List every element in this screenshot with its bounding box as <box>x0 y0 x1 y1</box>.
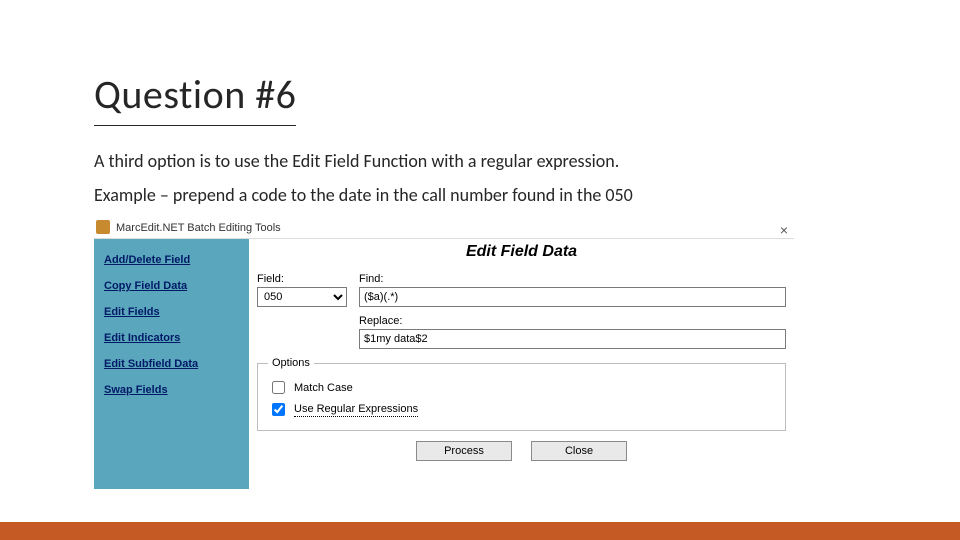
close-icon[interactable]: × <box>780 220 788 240</box>
app-icon <box>96 220 110 234</box>
find-input[interactable] <box>359 287 786 307</box>
label-field: Field: <box>257 273 347 285</box>
body-line-1: A third option is to use the Edit Field … <box>94 150 619 172</box>
app-titlebar: MarcEdit.NET Batch Editing Tools × <box>94 218 794 239</box>
footer-bar <box>0 522 960 540</box>
options-group: Options Match Case Use Regular Expressio… <box>257 357 786 431</box>
process-button[interactable]: Process <box>416 441 512 461</box>
slide: Question #6 A third option is to use the… <box>0 0 960 540</box>
use-regex-checkbox[interactable] <box>272 403 285 416</box>
options-legend: Options <box>268 357 314 369</box>
field-select[interactable]: 050 <box>257 287 347 307</box>
label-find: Find: <box>359 273 786 285</box>
app-title-text: MarcEdit.NET Batch Editing Tools <box>116 222 281 234</box>
panel-title: Edit Field Data <box>257 243 786 261</box>
use-regex-label: Use Regular Expressions <box>294 403 418 417</box>
body-line-2: Example – prepend a code to the date in … <box>94 184 633 206</box>
sidebar-item-edit-ind[interactable]: Edit Indicators <box>94 325 249 351</box>
sidebar-item-edit-subfield[interactable]: Edit Subfield Data <box>94 351 249 377</box>
sidebar: Add/Delete Field Copy Field Data Edit Fi… <box>94 239 249 489</box>
match-case-checkbox[interactable] <box>272 381 285 394</box>
app-window: MarcEdit.NET Batch Editing Tools × Add/D… <box>94 218 794 488</box>
main-panel: Edit Field Data Field: 050 Find: <box>249 239 794 489</box>
sidebar-item-swap-fields[interactable]: Swap Fields <box>94 377 249 403</box>
app-body: Add/Delete Field Copy Field Data Edit Fi… <box>94 239 794 489</box>
label-replace: Replace: <box>359 315 786 327</box>
replace-input[interactable] <box>359 329 786 349</box>
sidebar-item-edit-fields[interactable]: Edit Fields <box>94 299 249 325</box>
sidebar-item-copy-field[interactable]: Copy Field Data <box>94 273 249 299</box>
match-case-label: Match Case <box>294 382 353 394</box>
close-button[interactable]: Close <box>531 441 627 461</box>
page-title: Question #6 <box>94 70 296 126</box>
sidebar-item-add-delete[interactable]: Add/Delete Field <box>94 247 249 273</box>
button-row: Process Close <box>257 441 786 461</box>
